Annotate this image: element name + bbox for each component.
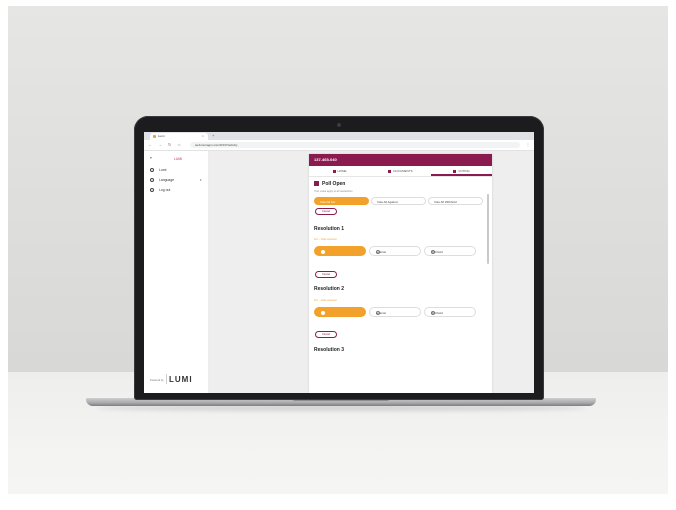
- cancel-button[interactable]: Cancel: [315, 271, 337, 278]
- url-field[interactable]: web.lumiagm.com/#/137/activity: [190, 142, 520, 148]
- tab-documents[interactable]: DOCUMENTS: [370, 169, 431, 173]
- active-tab-indicator: [431, 174, 492, 176]
- tab-label: DOCUMENTS: [393, 169, 413, 173]
- chevron-down-icon[interactable]: ▾: [200, 178, 202, 182]
- tab-title: Lumi: [158, 134, 165, 138]
- resolution-title: Resolution 3: [314, 347, 345, 353]
- documents-icon: [388, 169, 392, 173]
- option-label: Vote All Against: [377, 199, 398, 204]
- powered-by-text: Powered by: [150, 379, 164, 382]
- sidebar-item-logout[interactable]: Log out: [150, 188, 171, 193]
- voting-icon: [453, 169, 457, 173]
- sidebar-brand: LUMI: [174, 157, 183, 161]
- meeting-id: 137-465-040: [314, 157, 337, 162]
- vote-for-button[interactable]: For: [314, 307, 366, 317]
- favicon-icon: [153, 135, 156, 138]
- vote-withhold-button[interactable]: Withhold: [424, 307, 476, 317]
- menu-icon[interactable]: ≡: [150, 156, 152, 160]
- lumi-logo: LUMI: [169, 375, 193, 384]
- sidebar-item-label: Lumi: [159, 168, 167, 172]
- browser-tabbar: Lumi × +: [144, 132, 534, 140]
- vote-withhold-button[interactable]: Withhold: [424, 246, 476, 256]
- forward-icon[interactable]: →: [158, 142, 162, 147]
- url-text: web.lumiagm.com/#/137/activity: [195, 143, 238, 147]
- resolution-title: Resolution 1: [314, 226, 345, 232]
- poll-icon: [314, 181, 319, 187]
- voting-panel: 137-465-040 HOME DOCUMENTS VOTING Poll O…: [309, 154, 492, 393]
- option-label: Vote All For: [320, 199, 336, 204]
- vote-all-against-button[interactable]: Vote All Against: [371, 197, 426, 205]
- vote-all-for-button[interactable]: Vote All For: [314, 197, 369, 205]
- tab-voting[interactable]: VOTING: [431, 169, 492, 173]
- vote-against-button[interactable]: Against: [369, 307, 421, 317]
- poll-title-text: Poll Open: [322, 181, 346, 187]
- divider: [166, 374, 167, 384]
- radio-icon: [376, 249, 380, 254]
- browser-tab[interactable]: Lumi ×: [150, 133, 208, 140]
- laptop-screen: Lumi × + ← → ↻ ⌂ web.lumiagm.com/#/137/a…: [144, 132, 534, 393]
- laptop-lid: Lumi × + ← → ↻ ⌂ web.lumiagm.com/#/137/a…: [134, 116, 544, 400]
- reload-icon[interactable]: ↻: [168, 142, 171, 147]
- tab-label: VOTING: [458, 169, 470, 173]
- clock-icon: [150, 168, 154, 173]
- poll-subtitle: Your votes apply to all resolutions: [314, 190, 353, 193]
- back-icon[interactable]: ←: [148, 142, 152, 147]
- frame-border: [668, 0, 676, 510]
- sidebar-item-lumi[interactable]: Lumi: [150, 168, 167, 173]
- frame-border: [0, 494, 676, 510]
- radio-icon: [431, 310, 435, 315]
- frame-border: [0, 0, 8, 510]
- close-icon[interactable]: ×: [202, 134, 204, 138]
- option-label: Vote All Withhold: [434, 199, 457, 204]
- home-icon[interactable]: ⌂: [178, 142, 180, 147]
- radio-icon: [321, 249, 325, 254]
- frame-border: [0, 0, 676, 6]
- browser-menu-icon[interactable]: ⋮: [526, 142, 530, 147]
- scrollbar[interactable]: [487, 194, 489, 264]
- cancel-button[interactable]: Cancel: [315, 331, 337, 338]
- new-tab-icon[interactable]: +: [212, 133, 214, 138]
- vote-all-withhold-button[interactable]: Vote All Withhold: [428, 197, 483, 205]
- app-sidebar: ≡ LUMI Lumi Language ▾ Log out Powered b…: [144, 151, 209, 393]
- sidebar-item-language[interactable]: Language: [150, 178, 175, 183]
- vote-for-button[interactable]: For: [314, 246, 366, 256]
- radio-icon: [376, 310, 380, 315]
- photo-scene: Lumi × + ← → ↻ ⌂ web.lumiagm.com/#/137/a…: [0, 0, 676, 510]
- poll-title: Poll Open: [314, 181, 345, 187]
- radio-icon: [431, 249, 435, 254]
- vote-against-button[interactable]: Against: [369, 246, 421, 256]
- sidebar-item-label: Language: [159, 178, 175, 182]
- camera-icon: [337, 123, 341, 127]
- cancel-button[interactable]: Cancel: [315, 208, 337, 215]
- radio-icon: [321, 310, 325, 315]
- tab-home[interactable]: HOME: [309, 169, 370, 173]
- resolution-title: Resolution 2: [314, 286, 345, 292]
- sidebar-item-label: Log out: [159, 188, 171, 192]
- address-bar: ← → ↻ ⌂ web.lumiagm.com/#/137/activity ⋮: [144, 140, 534, 151]
- globe-icon: [150, 178, 154, 183]
- vote-status: For – Vote received: [314, 299, 337, 302]
- tab-label: HOME: [337, 169, 347, 173]
- panel-header: 137-465-040: [309, 154, 492, 166]
- vote-status: For – Vote received: [314, 238, 337, 241]
- logout-icon: [150, 188, 154, 193]
- home-icon: [332, 169, 336, 173]
